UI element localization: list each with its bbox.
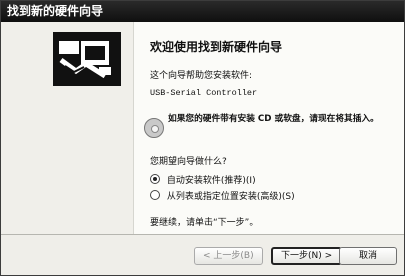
option-auto-install[interactable]: 自动安装软件(推荐)(I) xyxy=(150,173,256,186)
device-name: USB-Serial Controller xyxy=(150,88,258,98)
radio-auto-install[interactable] xyxy=(150,174,160,184)
wizard-content: 欢迎使用找到新硬件向导 这个向导帮助您安装软件: USB-Serial Cont… xyxy=(134,22,404,234)
left-banner-pane xyxy=(1,22,134,234)
cd-hint-text: 如果您的硬件带有安装 CD 或软盘，请现在将其插入。 xyxy=(168,114,379,124)
next-button[interactable]: 下一步(N) > xyxy=(271,247,343,265)
install-question: 您期望向导做什么? xyxy=(150,157,227,167)
option-list-install[interactable]: 从列表或指定位置安装(高级)(S) xyxy=(150,189,295,202)
wizard-heading: 欢迎使用找到新硬件向导 xyxy=(150,40,283,54)
window-title: 找到新的硬件向导 xyxy=(1,1,404,22)
option-auto-install-label: 自动安装软件(推荐)(I) xyxy=(166,176,256,186)
wizard-description: 这个向导帮助您安装软件: xyxy=(150,71,253,81)
wizard-footer: < 上一步(B) 下一步(N) > 取消 xyxy=(1,235,404,275)
option-list-install-label: 从列表或指定位置安装(高级)(S) xyxy=(166,192,295,202)
cancel-button[interactable]: 取消 xyxy=(339,247,397,265)
new-hardware-wizard-window: 找到新的硬件向导 欢迎使用找到新硬件向导 这个向导帮助您安装软件: USB-Se… xyxy=(0,0,405,276)
radio-list-install[interactable] xyxy=(150,190,160,200)
continue-hint: 要继续，请单击“下一步”。 xyxy=(150,218,259,228)
back-button[interactable]: < 上一步(B) xyxy=(194,247,263,265)
hardware-wizard-icon xyxy=(53,32,121,86)
cd-disc-icon xyxy=(144,118,164,138)
